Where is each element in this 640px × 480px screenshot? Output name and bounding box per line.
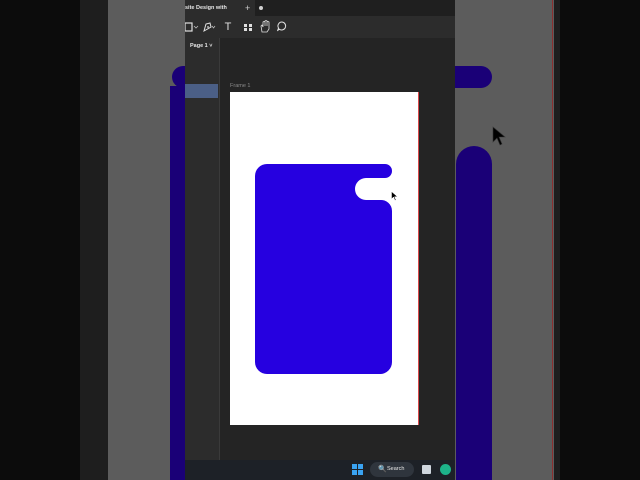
windows-taskbar: 🔍 Search	[185, 460, 455, 480]
toolbar: T	[185, 16, 455, 39]
taskbar-search-label: Search	[387, 466, 405, 472]
taskbar-search[interactable]: 🔍 Search	[370, 462, 414, 477]
layer-item-selected[interactable]	[185, 84, 218, 98]
windows-start-icon[interactable]	[352, 464, 363, 475]
page-selector[interactable]: Page 1 ˅	[190, 43, 212, 49]
mouse-cursor-icon	[391, 191, 399, 201]
canvas[interactable]: Frame 1	[220, 38, 455, 460]
frame-icon[interactable]	[185, 20, 199, 34]
components-icon[interactable]	[242, 20, 254, 34]
taskbar-app-icon[interactable]	[422, 465, 431, 474]
search-icon: 🔍	[378, 466, 387, 473]
tab-close-dot-icon[interactable]	[259, 6, 263, 10]
new-tab-button[interactable]: +	[245, 0, 250, 16]
file-tab-title: site Design with	[185, 5, 227, 11]
tab-bar: site Design with +	[185, 0, 455, 16]
frame-label[interactable]: Frame 1	[230, 83, 250, 89]
pen-icon[interactable]	[202, 20, 216, 34]
text-tool-button[interactable]: T	[223, 20, 233, 34]
taskbar-app-green-icon[interactable]	[440, 464, 451, 475]
comment-icon[interactable]	[276, 20, 288, 34]
backdrop-frame-edge	[552, 0, 553, 480]
hand-icon[interactable]	[259, 20, 271, 34]
backdrop-cursor-icon	[492, 126, 506, 146]
layers-sidebar: Page 1 ˅	[185, 38, 220, 460]
backdrop-shape-right	[456, 146, 492, 480]
frame[interactable]	[230, 92, 419, 425]
blue-rounded-shape[interactable]	[255, 164, 395, 376]
design-app-window: site Design with + T Page 1 ˅ Frame 1	[185, 0, 455, 460]
